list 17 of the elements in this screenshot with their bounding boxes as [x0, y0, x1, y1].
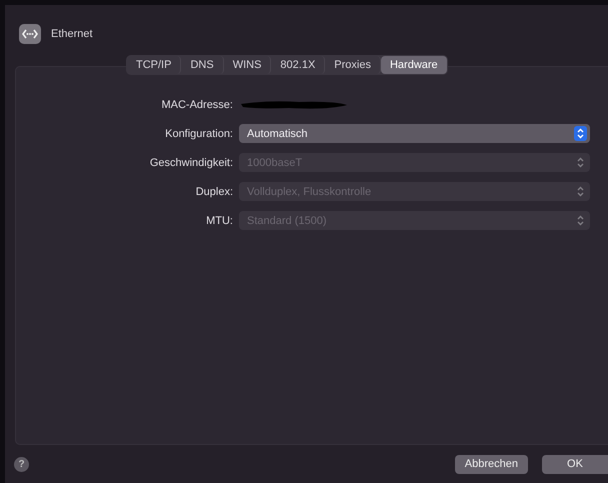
stepper-icon	[574, 126, 587, 141]
field-label: MTU:	[205, 214, 233, 226]
field-label: Konfiguration:	[164, 128, 233, 140]
tab[interactable]: WINS	[224, 56, 272, 74]
help-button[interactable]: ?	[14, 456, 29, 472]
ok-button[interactable]: OK	[542, 454, 608, 474]
cancel-button[interactable]: Abbrechen	[454, 454, 528, 474]
tab[interactable]: TCP/IP	[127, 56, 182, 74]
window-title: Ethernet	[51, 28, 93, 40]
field-label: Duplex:	[194, 186, 233, 198]
tab[interactable]: 802.1X	[271, 56, 326, 74]
field-label: Geschwindigkeit:	[148, 156, 233, 168]
tab[interactable]: Hardware	[380, 56, 447, 74]
network-icon	[19, 24, 41, 44]
tab[interactable]: DNS	[181, 56, 224, 74]
popup-menu[interactable]: Automatisch	[239, 124, 590, 143]
field-label: MAC-Adresse:	[160, 98, 233, 110]
